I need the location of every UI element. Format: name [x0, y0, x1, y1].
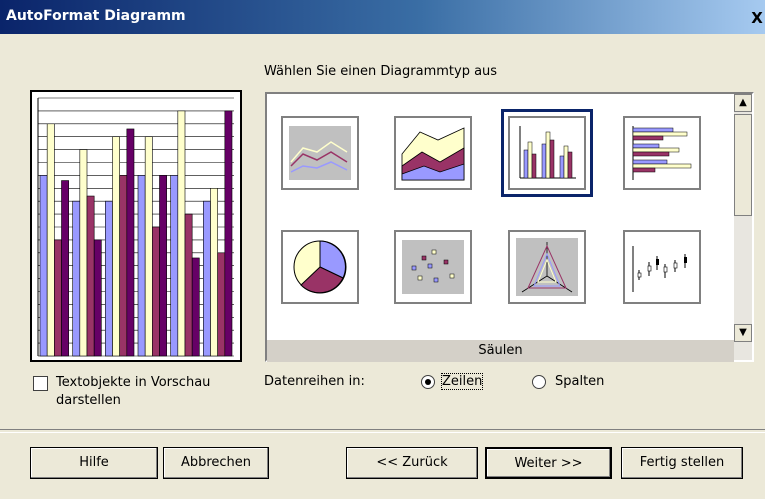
preview-bar: [79, 149, 88, 357]
chart-type-stock[interactable]: [623, 230, 701, 304]
preview-bar: [170, 175, 179, 357]
preview-bar: [152, 226, 160, 357]
net-chart-icon: [516, 238, 578, 296]
chart-type-area[interactable]: [394, 116, 472, 190]
chart-type-list[interactable]: Säulen ▲ ▼: [265, 92, 754, 362]
preview-bar: [144, 136, 153, 357]
data-series-label: Datenreihen in:: [264, 374, 365, 389]
scroll-down-icon[interactable]: ▼: [734, 324, 752, 342]
preview-bar: [46, 123, 55, 357]
scroll-up-icon[interactable]: ▲: [734, 94, 752, 112]
preview-bar: [126, 128, 135, 357]
close-icon[interactable]: X: [749, 10, 765, 26]
pie-chart-icon: [293, 240, 347, 294]
bar-chart-icon: [632, 126, 692, 180]
rows-radio[interactable]: [421, 375, 435, 389]
preview-bar: [224, 110, 233, 357]
chart-type-bar[interactable]: [623, 116, 701, 190]
preview-bar: [105, 200, 113, 357]
text-preview-label-line2: darstellen: [56, 393, 121, 408]
chart-type-label: Wählen Sie einen Diagrammtyp aus: [264, 64, 498, 79]
column-chart-icon: [519, 126, 576, 179]
chart-type-scrollbar[interactable]: ▲ ▼: [734, 94, 752, 360]
columns-radio-label[interactable]: Spalten: [555, 374, 604, 389]
stock-chart-icon: [632, 246, 687, 292]
next-button[interactable]: Weiter >>: [485, 447, 612, 479]
chart-type-column[interactable]: [501, 109, 593, 197]
chart-type-caption: Säulen: [267, 340, 734, 362]
chart-preview: [30, 90, 242, 362]
preview-bar: [112, 136, 120, 357]
line-chart-icon: [289, 126, 351, 180]
preview-bar: [39, 175, 48, 357]
back-button[interactable]: << Zurück: [346, 447, 478, 479]
chart-type-xy[interactable]: [394, 230, 472, 304]
separator: [0, 429, 765, 433]
text-preview-checkbox[interactable]: [33, 376, 48, 391]
columns-radio[interactable]: [532, 375, 546, 389]
chart-type-pie[interactable]: [281, 230, 359, 304]
preview-bar: [86, 195, 95, 357]
rows-radio-label[interactable]: Zeilen: [440, 373, 484, 390]
preview-bar: [191, 257, 200, 357]
preview-bar: [184, 213, 193, 357]
preview-bar: [72, 200, 81, 357]
title-bar: AutoFormat Diagramm X: [0, 0, 765, 34]
help-button[interactable]: Hilfe: [30, 447, 158, 479]
preview-bar: [203, 200, 211, 357]
chart-type-net[interactable]: [508, 230, 586, 304]
preview-bar: [54, 239, 62, 357]
preview-bar: [137, 175, 146, 357]
preview-bar: [93, 239, 102, 357]
area-chart-icon: [401, 127, 465, 181]
preview-bar: [210, 188, 218, 357]
preview-bar: [159, 175, 167, 357]
finish-button[interactable]: Fertig stellen: [621, 447, 743, 479]
text-preview-label-line1: Textobjekte in Vorschau: [56, 375, 211, 390]
dialog-body: Wählen Sie einen Diagrammtyp aus Säulen …: [0, 34, 765, 499]
window-title: AutoFormat Diagramm: [6, 8, 186, 24]
preview-bar: [217, 252, 226, 357]
text-preview-label: Textobjekte in Vorschau darstellen: [56, 374, 210, 410]
preview-bar: [61, 180, 69, 357]
preview-bar: [119, 175, 128, 357]
chart-type-line[interactable]: [281, 116, 359, 190]
scatter-chart-icon: [402, 240, 464, 294]
preview-bar: [177, 110, 186, 357]
scroll-thumb[interactable]: [734, 114, 752, 216]
preview-chart: [37, 97, 234, 357]
cancel-button[interactable]: Abbrechen: [163, 447, 269, 479]
